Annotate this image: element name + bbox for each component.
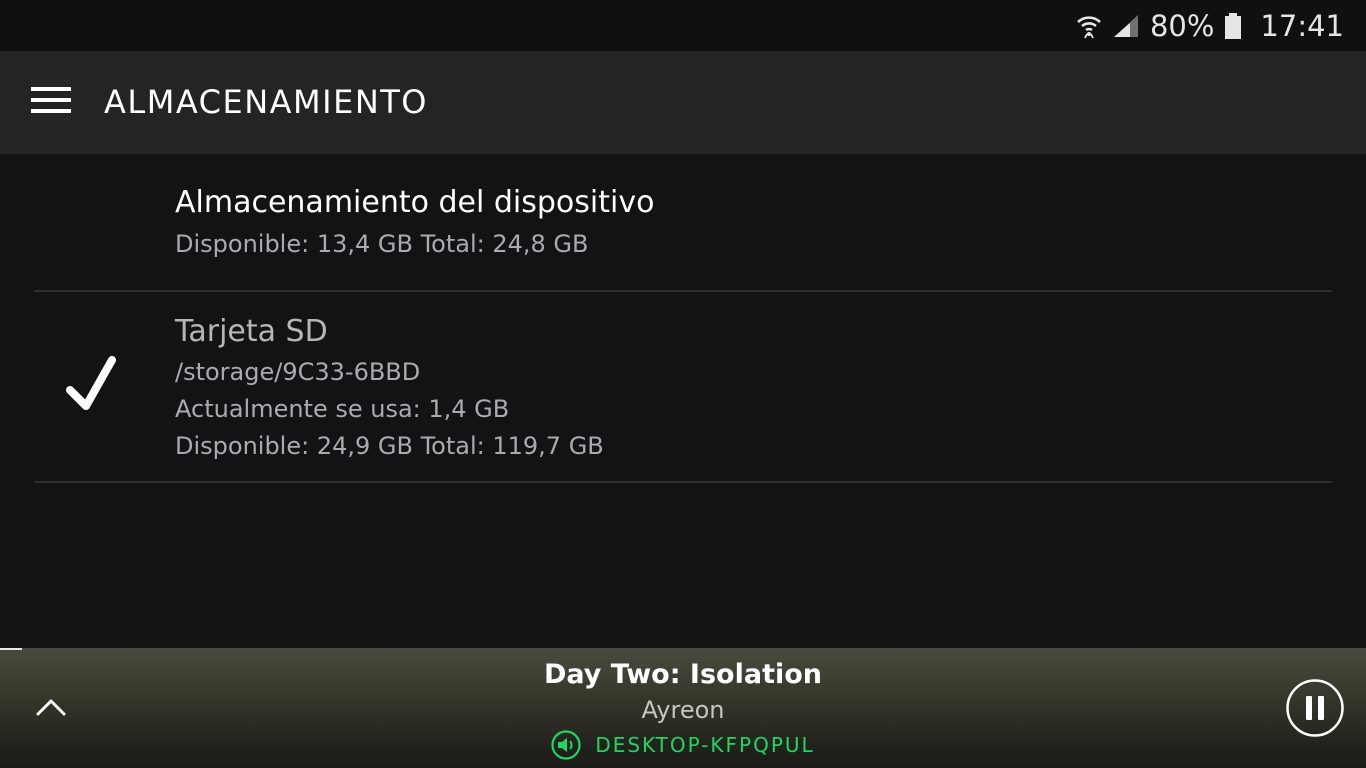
speaker-icon (551, 730, 581, 760)
wifi-icon (1076, 13, 1102, 39)
storage-option-title: Tarjeta SD (175, 314, 328, 349)
pause-icon[interactable] (1285, 678, 1345, 738)
storage-option-title: Almacenamiento del dispositivo (175, 185, 655, 220)
checkmark-icon (66, 356, 116, 410)
battery-icon (1224, 12, 1242, 40)
connected-device[interactable]: DESKTOP-KFPQPUL (0, 730, 1366, 760)
storage-option-device[interactable]: Almacenamiento del dispositivo Disponibl… (0, 154, 1366, 291)
menu-button[interactable] (28, 81, 74, 123)
storage-option-sd-card[interactable]: Tarjeta SD /storage/9C33-6BBD Actualment… (0, 292, 1366, 484)
status-bar: 80% 17:41 (0, 0, 1366, 51)
divider (34, 481, 1332, 483)
track-title: Day Two: Isolation (543, 659, 822, 690)
storage-option-detail: Disponible: 24,9 GB Total: 119,7 GB (175, 432, 604, 460)
device-name: DESKTOP-KFPQPUL (595, 733, 815, 757)
clock: 17:41 (1260, 8, 1344, 43)
hamburger-menu-icon (31, 86, 71, 118)
page-title: ALMACENAMIENTO (104, 83, 428, 121)
storage-option-usage: Actualmente se usa: 1,4 GB (175, 395, 510, 423)
signal-icon (1112, 13, 1140, 39)
playback-progress-bar (0, 648, 22, 650)
now-playing-bar[interactable]: Day Two: Isolation Ayreon DESKTOP-KFPQPU… (0, 648, 1366, 768)
app-bar: ALMACENAMIENTO (0, 51, 1366, 154)
storage-option-path: /storage/9C33-6BBD (175, 358, 421, 386)
track-artist: Ayreon (641, 696, 725, 724)
battery-percent: 80% (1149, 8, 1215, 43)
status-icons: 80% 17:41 (1076, 0, 1344, 51)
storage-option-detail: Disponible: 13,4 GB Total: 24,8 GB (175, 230, 589, 258)
